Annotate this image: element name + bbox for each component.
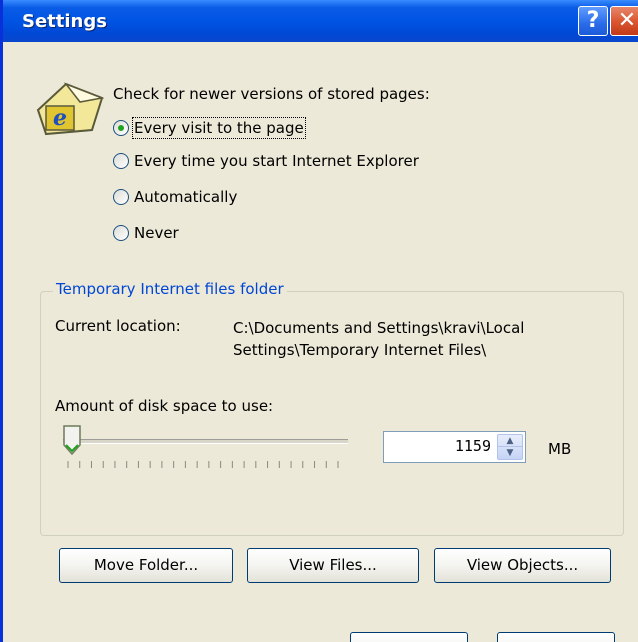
view-objects-button[interactable]: View Objects...	[434, 548, 611, 583]
radio-label: Never	[134, 224, 179, 242]
slider-ticks	[67, 461, 339, 468]
radio-button[interactable]	[113, 225, 129, 241]
view-files-button[interactable]: View Files...	[247, 548, 419, 583]
radio-never[interactable]: Never	[113, 224, 179, 242]
disk-space-input[interactable]: 1159	[455, 437, 491, 455]
close-icon: ✕	[617, 8, 637, 33]
radio-label: Automatically	[134, 188, 238, 206]
settings-dialog: Settings ? ✕ e Check for newer versions …	[0, 0, 638, 642]
ok-button[interactable]: OK	[350, 632, 468, 642]
radio-button[interactable]	[113, 153, 129, 169]
unit-label: MB	[548, 440, 572, 458]
cancel-button[interactable]: Cancel	[497, 632, 615, 642]
disk-space-spinbox[interactable]: 1159 ▲ ▼	[383, 431, 526, 463]
slider-thumb[interactable]	[62, 425, 82, 455]
dialog-title: Settings	[22, 11, 107, 32]
radio-every-start[interactable]: Every time you start Internet Explorer	[113, 152, 419, 170]
group-title: Temporary Internet files folder	[53, 280, 287, 298]
spin-up-icon[interactable]: ▲	[498, 435, 522, 447]
location-label: Current location:	[55, 317, 181, 335]
title-bar[interactable]: Settings ? ✕	[3, 0, 638, 42]
check-heading: Check for newer versions of stored pages…	[113, 85, 430, 103]
radio-button-checked[interactable]	[113, 120, 129, 136]
radio-automatically[interactable]: Automatically	[113, 188, 237, 206]
close-button[interactable]: ✕	[610, 6, 638, 36]
dialog-content: e Check for newer versions of stored pag…	[3, 42, 638, 642]
location-value: C:\Documents and Settings\kravi\Local Se…	[233, 317, 524, 361]
radio-button[interactable]	[113, 189, 129, 205]
location-line-2: Settings\Temporary Internet Files\	[233, 341, 487, 359]
radio-label: Every time you start Internet Explorer	[134, 152, 419, 170]
svg-text:e: e	[53, 105, 67, 131]
spin-down-icon[interactable]: ▼	[498, 447, 522, 459]
help-button[interactable]: ?	[578, 6, 608, 36]
spin-arrows[interactable]: ▲ ▼	[497, 434, 523, 460]
radio-every-visit[interactable]: Every visit to the page	[113, 117, 306, 139]
disk-space-label: Amount of disk space to use:	[55, 397, 274, 415]
disk-space-slider-track[interactable]	[63, 439, 348, 444]
location-line-1: C:\Documents and Settings\kravi\Local	[233, 319, 525, 337]
radio-label: Every visit to the page	[132, 117, 306, 139]
ie-globe-icon: e	[36, 82, 104, 136]
move-folder-button[interactable]: Move Folder...	[59, 548, 233, 583]
